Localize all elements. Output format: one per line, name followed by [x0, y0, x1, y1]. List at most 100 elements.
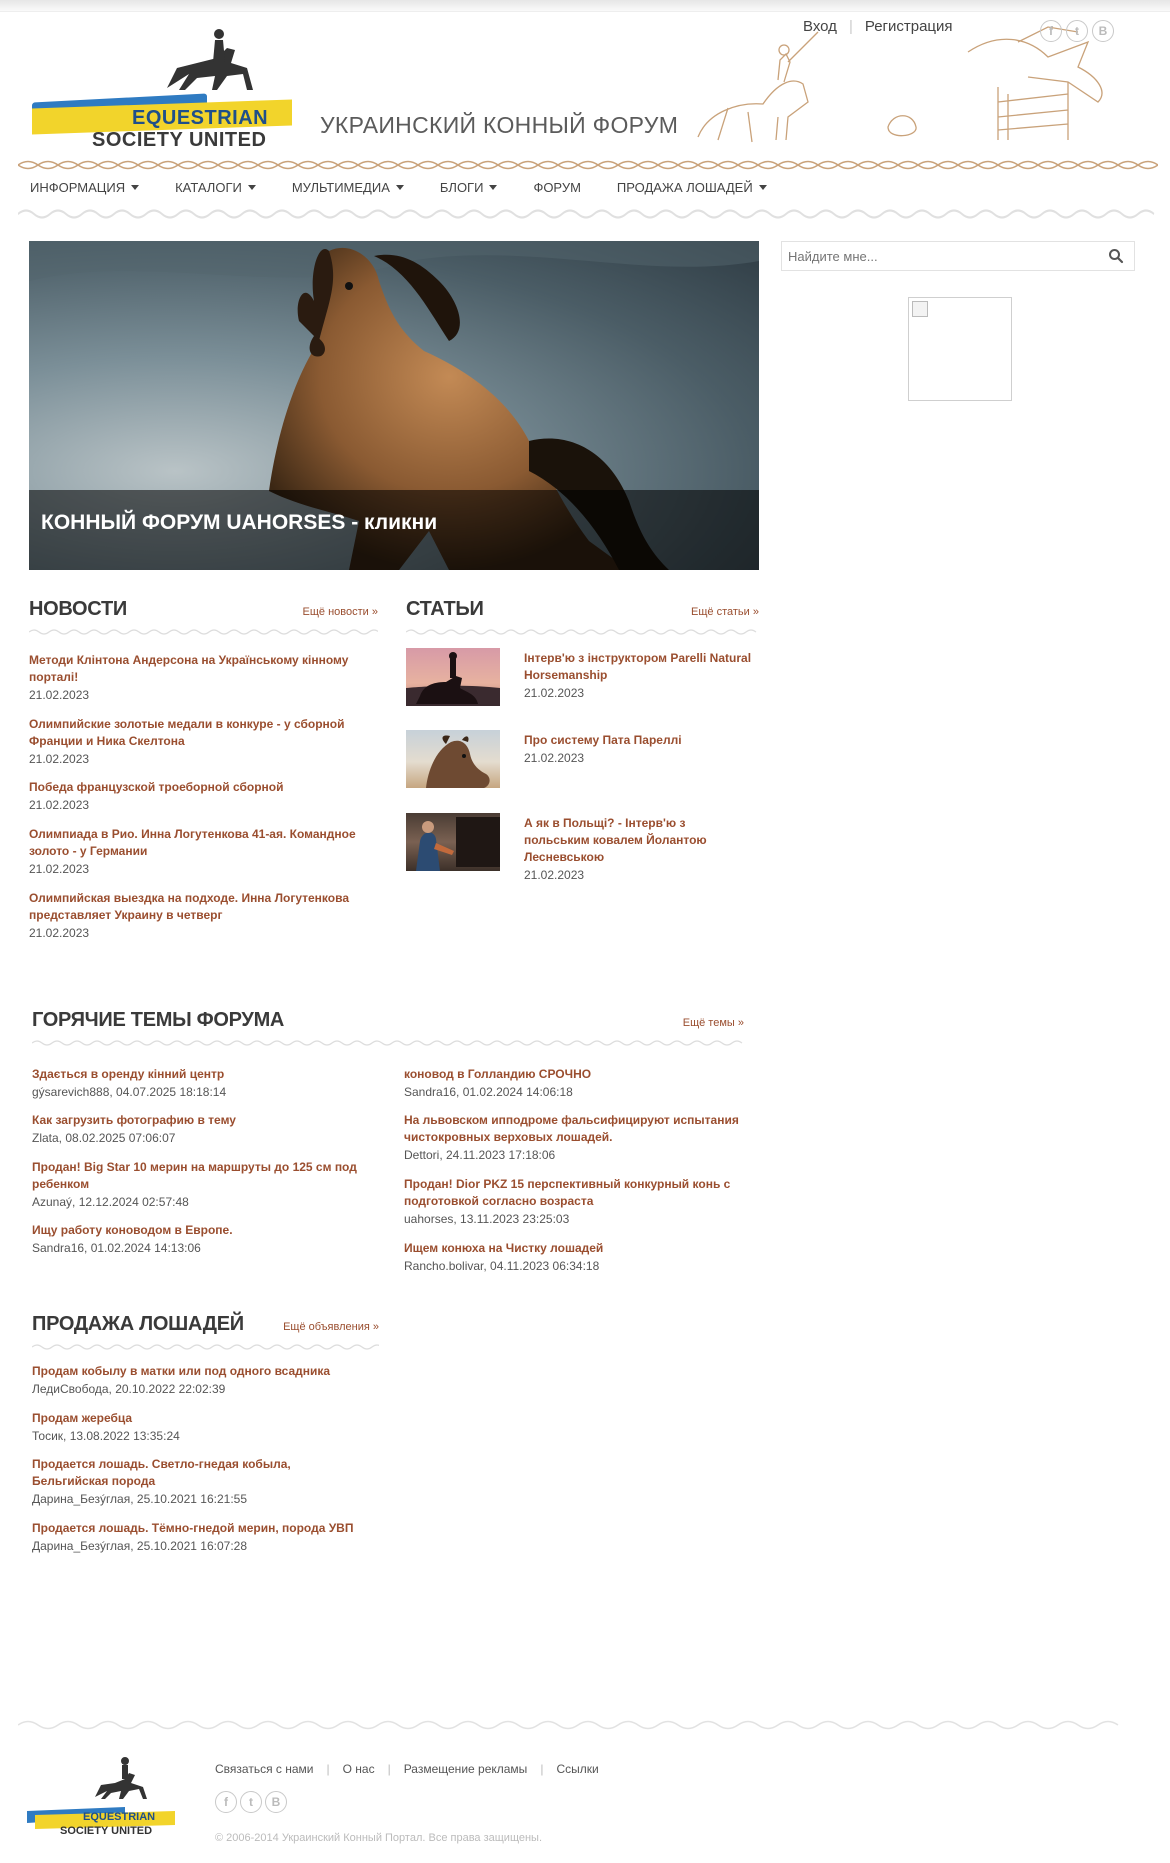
news-item-title[interactable]: Олимпийская выездка на подходе. Инна Лог…: [29, 890, 389, 924]
sale-listing-title[interactable]: Продам жеребца: [32, 1410, 382, 1427]
advertising-link[interactable]: Размещение рекламы: [404, 1762, 528, 1776]
wavy-divider: [29, 629, 378, 635]
news-item-title[interactable]: Методи Клінтона Андерсона на Українськом…: [29, 652, 389, 686]
footer-logo[interactable]: EQUESTRIAN SOCIETY UNITED: [25, 1753, 185, 1843]
footer-divider: [18, 1720, 1119, 1730]
articles-more-link[interactable]: Ещё статьи »: [691, 606, 759, 618]
forum-topic[interactable]: коновод в Голландию СРОЧНО Sandra16, 01.…: [404, 1066, 764, 1101]
nav-label: Блоги: [439, 180, 484, 195]
vkontakte-icon[interactable]: B: [1092, 20, 1114, 42]
sale-listing[interactable]: Продается лошадь. Тёмно-гнедой мерин, по…: [32, 1520, 402, 1555]
nav-item-info[interactable]: Информация: [30, 180, 140, 195]
register-link[interactable]: Регистрация: [865, 18, 953, 35]
caret-down-icon: [247, 185, 256, 190]
wavy-divider: [32, 1344, 379, 1350]
article-item-title[interactable]: Інтерв'ю з інструктором Parelli Natural …: [524, 650, 754, 684]
about-link[interactable]: О нас: [343, 1762, 375, 1776]
nav-item-forum[interactable]: Форум: [533, 180, 580, 195]
forum-topic-title[interactable]: коновод в Голландию СРОЧНО: [404, 1066, 764, 1083]
article-item-date: 21.02.2023: [524, 751, 585, 765]
nav-item-multimedia[interactable]: Мультимедиа: [292, 180, 404, 195]
article-thumbnail[interactable]: [406, 813, 500, 871]
forum-title: ГОРЯЧИЕ ТЕМЫ ФОРУМА: [32, 1009, 285, 1031]
article-item-title[interactable]: Про систему Пата Пареллі: [524, 732, 754, 749]
sale-listing-meta: Дарина_Безýглая, 25.10.2021 16:21:55: [32, 1492, 247, 1506]
contact-link[interactable]: Связаться с нами: [215, 1762, 313, 1776]
forum-more-link[interactable]: Ещё темы »: [683, 1017, 744, 1029]
logo-line-2: SOCIETY UNITED: [92, 129, 267, 151]
news-item-title[interactable]: Олимпиада в Рио. Инна Логутенкова 41-ая.…: [29, 826, 389, 860]
login-link[interactable]: Вход: [803, 18, 837, 35]
site-logo[interactable]: EQUESTRIAN SOCIETY UNITED: [32, 22, 312, 162]
nav-item-catalogs[interactable]: Каталоги: [175, 180, 256, 195]
search-input[interactable]: [782, 242, 1082, 270]
article-item-title[interactable]: А як в Польщі? - Інтерв'ю з польським ко…: [524, 815, 754, 866]
nav-item-horse-sales[interactable]: Продажа лошадей: [617, 180, 767, 195]
sale-listing-title[interactable]: Продается лошадь. Тёмно-гнедой мерин, по…: [32, 1520, 402, 1537]
forum-topic[interactable]: Продан! Dior PKZ 15 перспективный конкур…: [404, 1176, 764, 1228]
news-item-date: 21.02.2023: [29, 926, 90, 940]
news-item[interactable]: Олимпийские золотые медали в конкуре - у…: [29, 716, 389, 768]
wavy-divider: [406, 629, 757, 635]
forum-topic-title[interactable]: Как загрузить фотографию в тему: [32, 1112, 382, 1129]
sale-listing[interactable]: Продам кобылу в матки или под одного вса…: [32, 1363, 382, 1398]
sale-listing[interactable]: Продается лошадь. Светло-гнедая кобыла, …: [32, 1456, 332, 1508]
forum-topic-title[interactable]: Здається в оренду кінний центр: [32, 1066, 382, 1083]
forum-topic-title[interactable]: Ищу работу коноводом в Европе.: [32, 1222, 382, 1239]
auth-links: Вход | Регистрация: [803, 18, 953, 35]
nav-item-blogs[interactable]: Блоги: [440, 180, 498, 195]
forum-topic-meta: Sandra16, 01.02.2024 14:06:18: [404, 1085, 573, 1099]
news-item[interactable]: Олимпийская выездка на подходе. Инна Лог…: [29, 890, 389, 942]
article-thumbnail[interactable]: [406, 648, 500, 706]
twitter-icon[interactable]: t: [240, 1791, 262, 1813]
forum-topic[interactable]: Здається в оренду кінний центр gýsarevic…: [32, 1066, 382, 1101]
forum-topic-meta: uahorses, 13.11.2023 23:25:03: [404, 1212, 570, 1226]
hero-caption[interactable]: КОННЫЙ ФОРУМ UAHORSES - кликни: [29, 490, 759, 570]
forum-topic-title[interactable]: Продан! Dior PKZ 15 перспективный конкур…: [404, 1176, 764, 1210]
news-item-title[interactable]: Победа французской троеборной сборной: [29, 779, 389, 796]
ad-banner[interactable]: [908, 297, 1012, 401]
sales-more-link[interactable]: Ещё объявления »: [283, 1321, 379, 1333]
forum-topic[interactable]: Ищем конюха на Чистку лошадей Rancho.bol…: [404, 1240, 764, 1275]
forum-topic-meta: gýsarevich888, 04.07.2025 18:18:14: [32, 1085, 227, 1099]
article-thumbnail[interactable]: [406, 730, 500, 788]
facebook-icon[interactable]: f: [215, 1791, 237, 1813]
header-divider: [18, 160, 1158, 170]
news-item-title[interactable]: Олимпийские золотые медали в конкуре - у…: [29, 716, 389, 750]
sale-listing-title[interactable]: Продается лошадь. Светло-гнедая кобыла, …: [32, 1456, 332, 1490]
footer-links: Связаться с нами | О нас | Размещение рекл…: [215, 1762, 599, 1776]
main-nav: Информация Каталоги Мультимедиа Блоги Фо…: [30, 180, 803, 195]
sale-listing-title[interactable]: Продам кобылу в матки или под одного вса…: [32, 1363, 382, 1380]
news-item[interactable]: Методи Клінтона Андерсона на Українськом…: [29, 652, 389, 704]
article-item[interactable]: Інтерв'ю з інструктором Parelli Natural …: [524, 650, 754, 702]
links-link[interactable]: Ссылки: [556, 1762, 598, 1776]
caret-down-icon: [489, 185, 498, 190]
twitter-icon[interactable]: t: [1066, 20, 1088, 42]
caret-down-icon: [758, 185, 767, 190]
news-item-date: 21.02.2023: [29, 752, 90, 766]
forum-topic[interactable]: Ищу работу коноводом в Европе. Sandra16,…: [32, 1222, 382, 1257]
wavy-divider: [32, 1040, 743, 1046]
news-item[interactable]: Победа французской троеборной сборной 21…: [29, 779, 389, 814]
forum-topic-title[interactable]: Ищем конюха на Чистку лошадей: [404, 1240, 764, 1257]
news-item[interactable]: Олимпиада в Рио. Инна Логутенкова 41-ая.…: [29, 826, 389, 878]
news-item-date: 21.02.2023: [29, 688, 90, 702]
forum-topic[interactable]: Продан! Big Star 10 мерин на маршруты до…: [32, 1159, 382, 1211]
nav-label: Форум: [533, 180, 581, 195]
news-more-link[interactable]: Ещё новости »: [303, 606, 378, 618]
farrier-image: [416, 817, 500, 871]
forum-topic[interactable]: Как загрузить фотографию в тему Zlata, 0…: [32, 1112, 382, 1147]
article-item[interactable]: А як в Польщі? - Інтерв'ю з польським ко…: [524, 815, 754, 884]
forum-topic-title[interactable]: На львовском ипподроме фальсифицируют ис…: [404, 1112, 764, 1146]
sale-listing[interactable]: Продам жеребца Тосик, 13.08.2022 13:35:2…: [32, 1410, 382, 1445]
vkontakte-icon[interactable]: B: [265, 1791, 287, 1813]
top-bar: [0, 0, 1170, 12]
search-icon[interactable]: [1108, 248, 1124, 264]
facebook-icon[interactable]: f: [1040, 20, 1062, 42]
article-item[interactable]: Про систему Пата Пареллі 21.02.2023: [524, 732, 754, 767]
horse-head-image: [426, 735, 490, 788]
nav-label: Информация: [30, 180, 126, 195]
forum-topic[interactable]: На львовском ипподроме фальсифицируют ис…: [404, 1112, 764, 1164]
hero-banner[interactable]: КОННЫЙ ФОРУМ UAHORSES - кликни: [29, 241, 759, 570]
forum-topic-title[interactable]: Продан! Big Star 10 мерин на маршруты до…: [32, 1159, 382, 1193]
